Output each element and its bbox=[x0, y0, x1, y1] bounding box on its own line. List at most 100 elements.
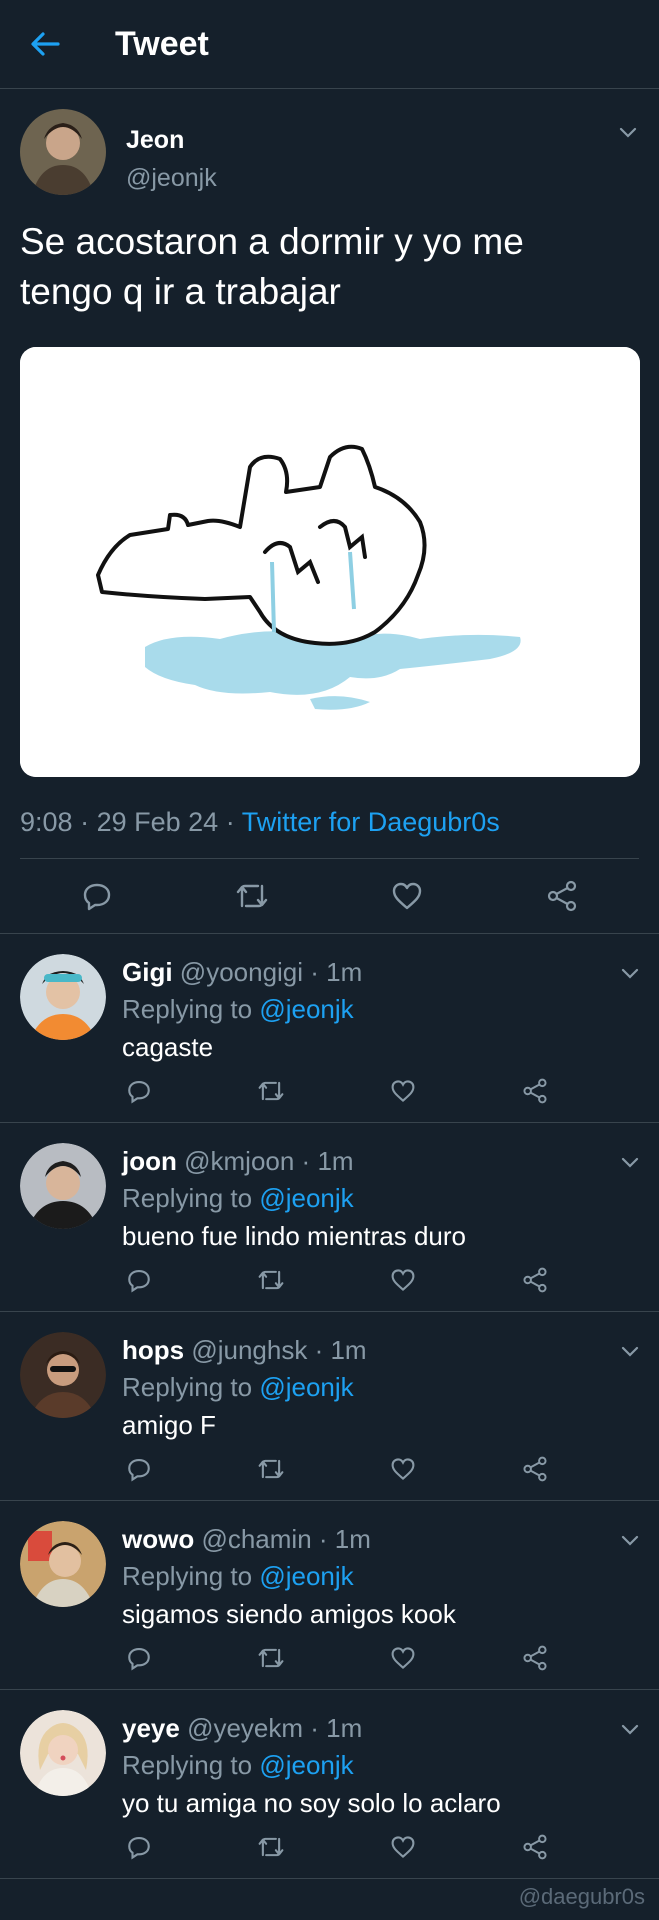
reply-icon bbox=[128, 1648, 150, 1671]
reply-action-bar bbox=[122, 1641, 552, 1675]
reply-tweet[interactable]: yeye @yeyekm · 1m Replying to @jeonjk yo… bbox=[0, 1690, 659, 1879]
separator: · bbox=[294, 1146, 318, 1176]
mention-link[interactable]: @jeonjk bbox=[259, 1372, 353, 1402]
replying-to-label: Replying to bbox=[122, 1561, 253, 1591]
reply-tweet[interactable]: hops @junghsk · 1m Replying to @jeonjk a… bbox=[0, 1312, 659, 1501]
share-button[interactable] bbox=[518, 1830, 552, 1864]
heart-icon bbox=[391, 1836, 415, 1858]
reply-author-name[interactable]: wowo bbox=[122, 1524, 194, 1554]
retweet-button[interactable] bbox=[232, 876, 272, 916]
reply-action-bar bbox=[122, 1452, 552, 1486]
reply-action-bar bbox=[122, 1830, 552, 1864]
reply-button[interactable] bbox=[122, 1641, 156, 1675]
share-button[interactable] bbox=[518, 1074, 552, 1108]
retweet-icon bbox=[258, 1837, 284, 1857]
share-button[interactable] bbox=[518, 1641, 552, 1675]
reply-button[interactable] bbox=[122, 1263, 156, 1297]
share-button[interactable] bbox=[518, 1452, 552, 1486]
author-name[interactable]: Jeon bbox=[126, 125, 217, 155]
retweet-button[interactable] bbox=[254, 1074, 288, 1108]
share-icon bbox=[523, 1267, 547, 1293]
share-icon bbox=[523, 1078, 547, 1104]
reply-button[interactable] bbox=[122, 1074, 156, 1108]
reply-button[interactable] bbox=[122, 1452, 156, 1486]
reply-icon bbox=[128, 1459, 150, 1482]
retweet-button[interactable] bbox=[254, 1641, 288, 1675]
reply-author-handle[interactable]: @kmjoon bbox=[184, 1146, 294, 1176]
avatar[interactable] bbox=[20, 954, 106, 1040]
tweet-meta: 9:08 · 29 Feb 24 · Twitter for Daegubr0s bbox=[20, 807, 639, 859]
like-button[interactable] bbox=[387, 876, 427, 916]
separator: · bbox=[311, 1524, 335, 1554]
avatar[interactable] bbox=[20, 1332, 106, 1418]
reply-author-handle[interactable]: @chamin bbox=[201, 1524, 311, 1554]
mention-link[interactable]: @jeonjk bbox=[259, 1183, 353, 1213]
separator: · bbox=[303, 1713, 327, 1743]
separator: · bbox=[225, 807, 242, 837]
back-button[interactable] bbox=[25, 24, 65, 64]
reply-icon bbox=[84, 883, 111, 911]
retweet-icon bbox=[236, 884, 268, 908]
reply-text: amigo F bbox=[122, 1410, 216, 1440]
mention-link[interactable]: @jeonjk bbox=[259, 994, 353, 1024]
heart-icon bbox=[391, 1269, 415, 1291]
avatar[interactable] bbox=[20, 1143, 106, 1229]
heart-icon bbox=[391, 1080, 415, 1102]
reply-text: yo tu amiga no soy solo lo aclaro bbox=[122, 1788, 501, 1818]
reply-tweet[interactable]: wowo @chamin · 1m Replying to @jeonjk si… bbox=[0, 1501, 659, 1690]
retweet-button[interactable] bbox=[254, 1830, 288, 1864]
share-button[interactable] bbox=[518, 1263, 552, 1297]
share-icon bbox=[523, 1645, 547, 1671]
reply-time: 1m bbox=[317, 1146, 354, 1176]
like-button[interactable] bbox=[386, 1263, 420, 1297]
tweet-text-line: Se acostaron a dormir y yo me bbox=[20, 221, 524, 262]
main-tweet: Jeon @jeonjk Se acostaron a dormir y yo … bbox=[0, 89, 659, 934]
retweet-button[interactable] bbox=[254, 1263, 288, 1297]
watermark: @daegubr0s bbox=[518, 1884, 645, 1909]
retweet-icon bbox=[258, 1459, 284, 1479]
reply-text: bueno fue lindo mientras duro bbox=[122, 1221, 467, 1251]
like-button[interactable] bbox=[386, 1452, 420, 1486]
reply-icon bbox=[128, 1081, 150, 1104]
avatar[interactable] bbox=[20, 109, 106, 195]
reply-author-handle[interactable]: @yoongigi bbox=[180, 957, 303, 987]
like-button[interactable] bbox=[386, 1641, 420, 1675]
reply-author-name[interactable]: joon bbox=[122, 1146, 177, 1176]
share-icon bbox=[547, 880, 576, 912]
arrow-left-icon bbox=[31, 32, 60, 56]
heart-icon bbox=[392, 882, 422, 910]
replies-list: Gigi @yoongigi · 1m Replying to @jeonjk … bbox=[0, 934, 659, 1879]
top-bar: Tweet bbox=[0, 0, 659, 89]
reply-tweet[interactable]: joon @kmjoon · 1m Replying to @jeonjk bu… bbox=[0, 1123, 659, 1312]
tweet-text: Se acostaron a dormir y yo me tengo q ir… bbox=[20, 217, 639, 317]
reply-text: sigamos siendo amigos kook bbox=[122, 1599, 456, 1629]
reply-author-handle[interactable]: @junghsk bbox=[191, 1335, 307, 1365]
reply-time: 1m bbox=[330, 1335, 367, 1365]
like-button[interactable] bbox=[386, 1830, 420, 1864]
reply-time: 1m bbox=[326, 1713, 363, 1743]
avatar[interactable] bbox=[20, 1521, 106, 1607]
reply-button[interactable] bbox=[122, 1830, 156, 1864]
share-button[interactable] bbox=[542, 876, 582, 916]
reply-button[interactable] bbox=[77, 876, 117, 916]
reply-tweet[interactable]: Gigi @yoongigi · 1m Replying to @jeonjk … bbox=[0, 934, 659, 1123]
page-title: Tweet bbox=[115, 24, 209, 63]
mention-link[interactable]: @jeonjk bbox=[259, 1750, 353, 1780]
reply-author-name[interactable]: yeye bbox=[122, 1713, 180, 1743]
reply-author-handle[interactable]: @yeyekm bbox=[187, 1713, 303, 1743]
reply-author-name[interactable]: hops bbox=[122, 1335, 184, 1365]
chevron-down-icon[interactable] bbox=[617, 121, 639, 143]
reply-text: cagaste bbox=[122, 1032, 214, 1062]
tweet-source[interactable]: Twitter for Daegubr0s bbox=[242, 807, 500, 837]
retweet-icon bbox=[258, 1081, 284, 1101]
avatar[interactable] bbox=[20, 1710, 106, 1796]
heart-icon bbox=[391, 1647, 415, 1669]
retweet-button[interactable] bbox=[254, 1452, 288, 1486]
tweet-image[interactable] bbox=[20, 347, 640, 777]
reply-author-name[interactable]: Gigi bbox=[122, 957, 173, 987]
share-icon bbox=[523, 1456, 547, 1482]
like-button[interactable] bbox=[386, 1074, 420, 1108]
mention-link[interactable]: @jeonjk bbox=[259, 1561, 353, 1591]
reply-time: 1m bbox=[334, 1524, 371, 1554]
author-handle[interactable]: @jeonjk bbox=[126, 161, 217, 195]
